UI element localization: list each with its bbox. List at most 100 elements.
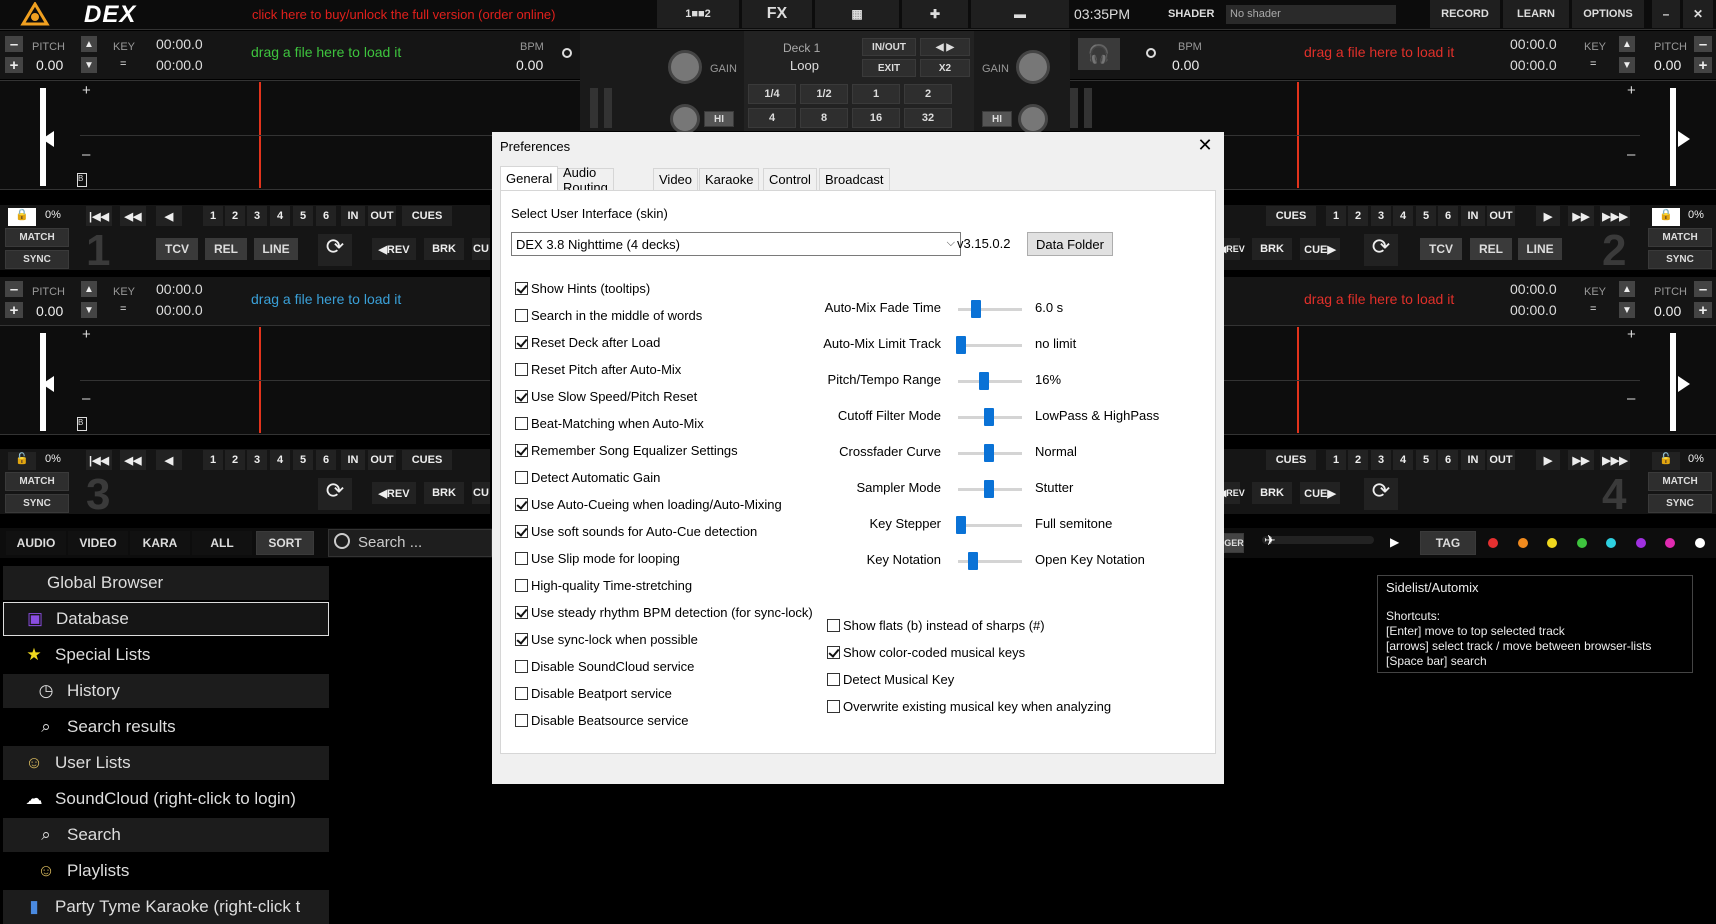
filter-audio-button[interactable]: AUDIO: [6, 531, 66, 555]
filter-video-button[interactable]: VIDEO: [68, 531, 128, 555]
pref-checkbox[interactable]: Use Auto-Cueing when loading/Auto-Mixing: [515, 495, 782, 513]
brake-button[interactable]: BRK: [424, 238, 464, 260]
prev-button-3[interactable]: ◀: [156, 450, 182, 470]
hotcue-1-button-4[interactable]: 1: [1326, 450, 1346, 470]
hotcue-3-button-4[interactable]: 3: [1371, 450, 1391, 470]
hotcue-6-button[interactable]: 6: [316, 206, 336, 226]
color-tag-dot[interactable]: [1694, 538, 1705, 548]
loop-out-button-4[interactable]: OUT: [1487, 450, 1515, 470]
pref-checkbox[interactable]: Search in the middle of words: [515, 306, 702, 324]
tab-general[interactable]: General: [500, 166, 559, 190]
tab-karaoke[interactable]: Karaoke: [699, 168, 760, 190]
key-up-button[interactable]: ▲: [81, 36, 97, 52]
brake-button-2[interactable]: BRK: [1252, 238, 1292, 260]
ger-button[interactable]: GER: [1224, 533, 1244, 553]
checkbox-box[interactable]: [827, 645, 840, 659]
checkbox-box[interactable]: [827, 672, 840, 686]
spin-icon-2[interactable]: ⟳: [1364, 234, 1398, 266]
cue-button[interactable]: CU: [472, 238, 490, 260]
key-checkbox[interactable]: Show color-coded musical keys: [827, 643, 1025, 661]
match-button-3[interactable]: MATCH: [5, 472, 69, 491]
next-button-2[interactable]: ▶: [1536, 206, 1560, 226]
lock-icon[interactable]: 🔒: [8, 208, 36, 226]
zoom-minus-icon-3[interactable]: –: [82, 390, 90, 407]
color-tag-dot[interactable]: [1635, 538, 1646, 548]
checkbox-box[interactable]: [515, 632, 528, 646]
color-tag-dot[interactable]: [1488, 538, 1498, 548]
browser-item-search-results[interactable]: ⌕ Search results: [3, 710, 329, 744]
color-tag-dot[interactable]: [1547, 538, 1557, 548]
to-start-button[interactable]: |◀◀: [86, 206, 112, 226]
gain-knob-right[interactable]: [1016, 50, 1050, 84]
cue-button-4[interactable]: CUE▶: [1300, 482, 1340, 504]
options-button[interactable]: OPTIONS: [1572, 0, 1644, 28]
to-start-button-3[interactable]: |◀◀: [86, 450, 112, 470]
key-up-button-3[interactable]: ▲: [81, 281, 97, 297]
checkbox-box[interactable]: [515, 686, 528, 700]
pitch-slider-track-4[interactable]: [1670, 333, 1676, 431]
slider-track[interactable]: [958, 344, 1022, 347]
hotcue-1-button-2[interactable]: 1: [1326, 206, 1346, 226]
loop-size-button[interactable]: 16: [852, 108, 900, 128]
deck-select[interactable]: Deck 1: [783, 41, 820, 55]
tab-video[interactable]: Video: [653, 168, 699, 190]
rel-button-2[interactable]: REL: [1470, 238, 1512, 260]
browser-item-search[interactable]: ⌕ Search: [3, 818, 329, 852]
hotcue-1-button[interactable]: 1: [203, 206, 223, 226]
lock-icon-2[interactable]: 🔒: [1652, 208, 1680, 226]
search-input[interactable]: Search ...: [358, 534, 422, 551]
browser-item-global-browser[interactable]: Global Browser: [3, 566, 329, 600]
loop-in-button-3[interactable]: IN: [341, 450, 365, 470]
pref-checkbox[interactable]: Use Slip mode for looping: [515, 549, 680, 567]
rewind-button-3[interactable]: ◀◀: [120, 450, 146, 470]
cues-button[interactable]: CUES: [402, 206, 452, 226]
checkbox-box[interactable]: [515, 281, 528, 295]
hotcue-6-button-3[interactable]: 6: [316, 450, 336, 470]
hotcue-2-button[interactable]: 2: [225, 206, 245, 226]
key-down-button[interactable]: ▼: [81, 57, 97, 73]
data-folder-button-visible[interactable]: Data Folder: [1027, 232, 1113, 256]
load-hint-2[interactable]: drag a file here to load it: [1304, 44, 1454, 60]
browser-item-soundcloud-right-click-to-login[interactable]: ☁ SoundCloud (right-click to login): [3, 782, 329, 816]
pitch-minus-button[interactable]: –: [5, 36, 23, 53]
loop-size-button[interactable]: 4: [748, 108, 796, 128]
line-button-2[interactable]: LINE: [1518, 238, 1562, 260]
video-icon[interactable]: ▬: [971, 0, 1069, 28]
shader-select[interactable]: No shader: [1226, 5, 1396, 24]
hotcue-4-button-3[interactable]: 4: [270, 450, 290, 470]
slider-thumb[interactable]: [968, 552, 979, 570]
brake-button-4[interactable]: BRK: [1252, 482, 1292, 504]
sync-button[interactable]: SYNC: [5, 250, 69, 269]
slider-thumb[interactable]: [956, 336, 967, 354]
key-up-button-4[interactable]: ▲: [1619, 281, 1635, 297]
cue-button-2[interactable]: CUE▶: [1300, 238, 1340, 260]
loop-out-button-2[interactable]: OUT: [1487, 206, 1515, 226]
forward-button-2[interactable]: ▶▶: [1568, 206, 1594, 226]
loop-size-button[interactable]: 2: [904, 84, 952, 104]
pref-checkbox[interactable]: Disable SoundCloud service: [515, 657, 694, 675]
crossfader-handle[interactable]: ✈: [1264, 532, 1282, 552]
grid-icon[interactable]: ▦: [815, 0, 899, 28]
reverse-button-2[interactable]: ◀REV: [1219, 238, 1245, 260]
sync-button-2[interactable]: SYNC: [1648, 250, 1712, 269]
loop-out-button-3[interactable]: OUT: [368, 450, 396, 470]
color-tag-dot[interactable]: [1576, 538, 1587, 548]
learn-button[interactable]: LEARN: [1503, 0, 1569, 28]
pitch-plus-button-2[interactable]: +: [1694, 57, 1712, 74]
tab-broadcast[interactable]: Broadcast: [819, 168, 890, 190]
close-app-button[interactable]: ✕: [1683, 0, 1713, 28]
zoom-plus-icon-2[interactable]: +: [1627, 82, 1636, 99]
reverse-button-4[interactable]: ◀REV: [1219, 482, 1245, 504]
key-checkbox[interactable]: Show flats (b) instead of sharps (#): [827, 616, 1045, 634]
checkbox-box[interactable]: [515, 416, 528, 430]
pref-checkbox[interactable]: Use Slow Speed/Pitch Reset: [515, 387, 697, 405]
checkbox-box[interactable]: [515, 551, 528, 565]
loop-size-button[interactable]: 32: [904, 108, 952, 128]
color-tag-dot[interactable]: [1665, 538, 1675, 548]
sort-button[interactable]: SORT: [256, 531, 314, 555]
record-button[interactable]: RECORD: [1430, 0, 1500, 28]
browser-item-playlists[interactable]: ☺ Playlists: [3, 854, 329, 888]
layout-button[interactable]: 1■■2: [657, 0, 739, 28]
hotcue-2-button-4[interactable]: 2: [1348, 450, 1368, 470]
browser-item-database[interactable]: ▣ Database: [3, 602, 329, 636]
